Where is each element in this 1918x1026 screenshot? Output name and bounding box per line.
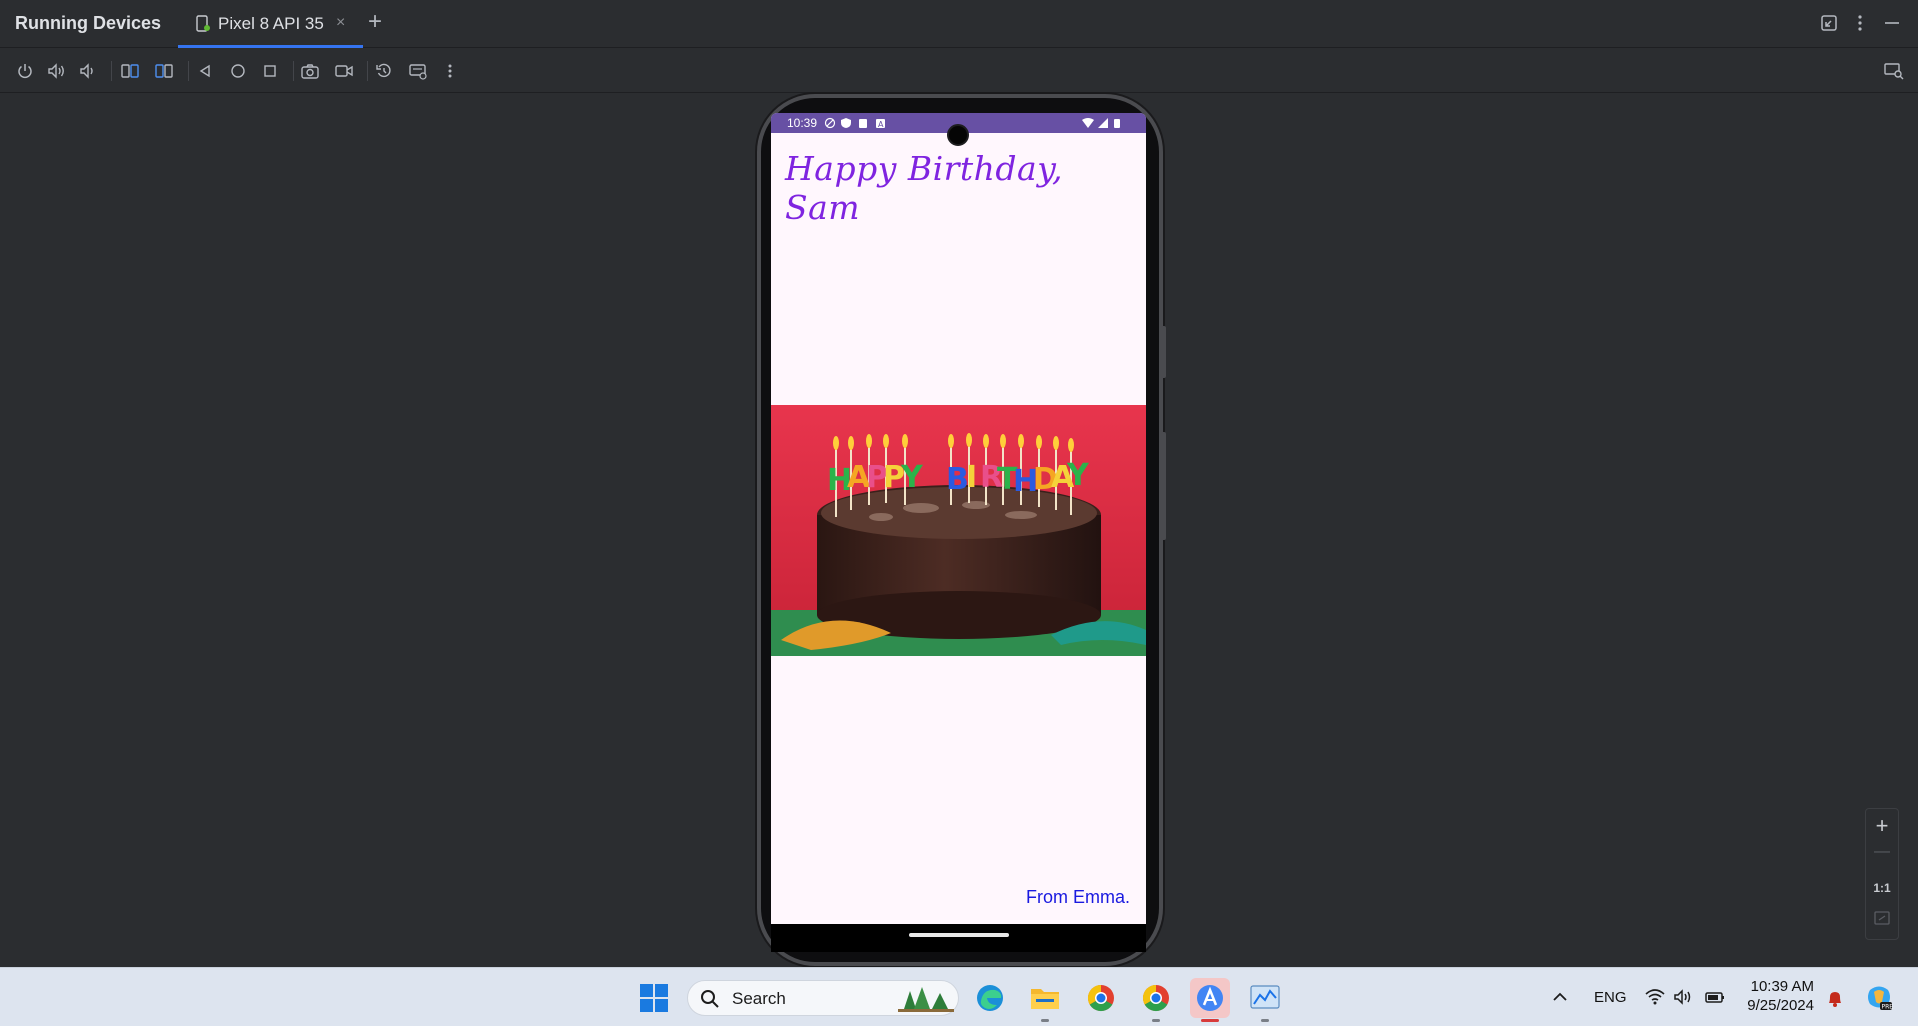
copilot-icon[interactable]: PRE bbox=[1864, 982, 1894, 1012]
home-button[interactable] bbox=[226, 59, 250, 83]
search-placeholder: Search bbox=[732, 989, 786, 1008]
volume-icon[interactable] bbox=[1673, 988, 1695, 1006]
gesture-handle[interactable] bbox=[909, 933, 1009, 937]
system-status-icons bbox=[1082, 118, 1120, 128]
front-camera bbox=[947, 124, 969, 146]
screenshot-button[interactable] bbox=[298, 59, 322, 83]
svg-text:PRE: PRE bbox=[1882, 1004, 1894, 1011]
candle-letter: I bbox=[966, 460, 977, 495]
fit-screen-icon bbox=[1874, 911, 1890, 925]
taskbar-edge[interactable] bbox=[970, 978, 1010, 1018]
windows-taskbar: Search ENG 10:39 AM 9/25/2024 PRE bbox=[0, 967, 1918, 1026]
candle-letter: Y bbox=[1066, 458, 1090, 493]
volume-up-icon bbox=[48, 63, 64, 79]
back-icon bbox=[199, 64, 210, 78]
minimize-icon[interactable] bbox=[1881, 12, 1903, 34]
device-toolbar bbox=[0, 49, 1918, 93]
greeting-text: Happy Birthday, Sam bbox=[785, 149, 1063, 227]
more-options-icon[interactable] bbox=[1849, 12, 1871, 34]
search-highlight-image bbox=[898, 987, 954, 1012]
status-time: 10:39 bbox=[787, 116, 818, 130]
tool-window-title: Running Devices bbox=[15, 13, 162, 33]
edge-browser-icon bbox=[977, 985, 1003, 1011]
tab-label: Pixel 8 API 35 bbox=[218, 14, 324, 33]
add-tab-button[interactable]: + bbox=[368, 8, 382, 36]
taskbar-chrome-2[interactable] bbox=[1136, 978, 1176, 1022]
volume-up-button[interactable] bbox=[45, 59, 69, 83]
zoom-in-button[interactable]: + bbox=[1866, 813, 1898, 839]
chrome-icon bbox=[1142, 984, 1169, 1012]
volume-down-button[interactable] bbox=[76, 59, 100, 83]
zoom-controls: + — 1:1 bbox=[1865, 808, 1899, 940]
svg-text:A: A bbox=[878, 120, 884, 129]
device-volume-key[interactable] bbox=[1161, 432, 1166, 540]
device-power-key[interactable] bbox=[1161, 326, 1166, 378]
home-icon bbox=[231, 64, 245, 78]
device-settings-button[interactable] bbox=[406, 59, 430, 83]
overview-button[interactable] bbox=[258, 59, 282, 83]
tab-pixel-8-api-35[interactable]: Pixel 8 API 35 × bbox=[178, 0, 363, 48]
rotate-left-button[interactable] bbox=[118, 59, 142, 83]
toolbar-more-button[interactable] bbox=[438, 59, 462, 83]
rotate-left-icon bbox=[121, 64, 139, 78]
taskbar-android-studio[interactable] bbox=[1190, 978, 1230, 1022]
notification-bell-icon[interactable] bbox=[1826, 988, 1844, 1008]
clock-date: 9/25/2024 bbox=[1747, 997, 1814, 1014]
power-icon bbox=[18, 64, 32, 79]
rotate-right-button[interactable] bbox=[152, 59, 176, 83]
actual-size-button[interactable]: 1:1 bbox=[1866, 881, 1898, 895]
reset-button[interactable] bbox=[372, 59, 396, 83]
device-mirroring-button[interactable] bbox=[1882, 59, 1906, 83]
camera-icon bbox=[301, 64, 319, 79]
taskbar-file-explorer[interactable] bbox=[1025, 978, 1065, 1022]
birthday-cake-image: H A P P Y B I R T H D A Y bbox=[771, 405, 1146, 656]
volume-down-icon bbox=[80, 63, 93, 79]
language-indicator[interactable]: ENG bbox=[1594, 989, 1627, 1006]
zoom-out-button[interactable]: — bbox=[1866, 843, 1898, 861]
video-camera-icon bbox=[335, 65, 353, 77]
back-button[interactable] bbox=[193, 59, 217, 83]
power-button[interactable] bbox=[13, 59, 37, 83]
start-button[interactable] bbox=[634, 978, 674, 1018]
clock-time: 10:39 AM bbox=[1750, 978, 1814, 995]
wifi-icon[interactable] bbox=[1644, 988, 1666, 1006]
fit-screen-button[interactable] bbox=[1866, 909, 1898, 932]
windows-logo-icon bbox=[640, 984, 668, 1012]
battery-icon[interactable] bbox=[1703, 988, 1727, 1006]
taskbar-clock[interactable]: 10:39 AM 9/25/2024 bbox=[1740, 978, 1814, 1014]
screen-search-icon bbox=[1884, 63, 1904, 80]
keyboard-settings-icon bbox=[409, 64, 427, 80]
overview-icon bbox=[264, 65, 276, 77]
rotate-right-icon bbox=[155, 64, 173, 78]
show-hidden-icons-icon[interactable] bbox=[1552, 990, 1568, 1004]
device-icon bbox=[196, 15, 210, 32]
screen-record-button[interactable] bbox=[332, 59, 356, 83]
notification-icons: A bbox=[824, 117, 885, 129]
signature-text: From Emma. bbox=[1025, 887, 1130, 907]
folder-icon bbox=[1031, 989, 1059, 1009]
more-vertical-icon bbox=[448, 64, 452, 78]
candle-letter: Y bbox=[900, 460, 924, 495]
tool-window-header: Running Devices Pixel 8 API 35 × + bbox=[0, 0, 1918, 48]
chart-monitor-icon bbox=[1250, 985, 1280, 1009]
close-tab-icon[interactable]: × bbox=[336, 14, 345, 32]
taskbar-search[interactable]: Search bbox=[687, 980, 959, 1016]
search-icon bbox=[701, 990, 719, 1008]
device-screen[interactable]: 10:39 A Happy Birthday, Sam H A P P Y B … bbox=[771, 113, 1146, 924]
undo-icon bbox=[376, 63, 391, 78]
taskbar-chrome[interactable] bbox=[1081, 978, 1121, 1018]
android-studio-icon bbox=[1197, 985, 1223, 1011]
chrome-icon bbox=[1087, 984, 1114, 1012]
restore-window-icon[interactable] bbox=[1818, 12, 1840, 34]
navigation-bar bbox=[771, 924, 1146, 952]
taskbar-performance-monitor[interactable] bbox=[1245, 978, 1285, 1022]
